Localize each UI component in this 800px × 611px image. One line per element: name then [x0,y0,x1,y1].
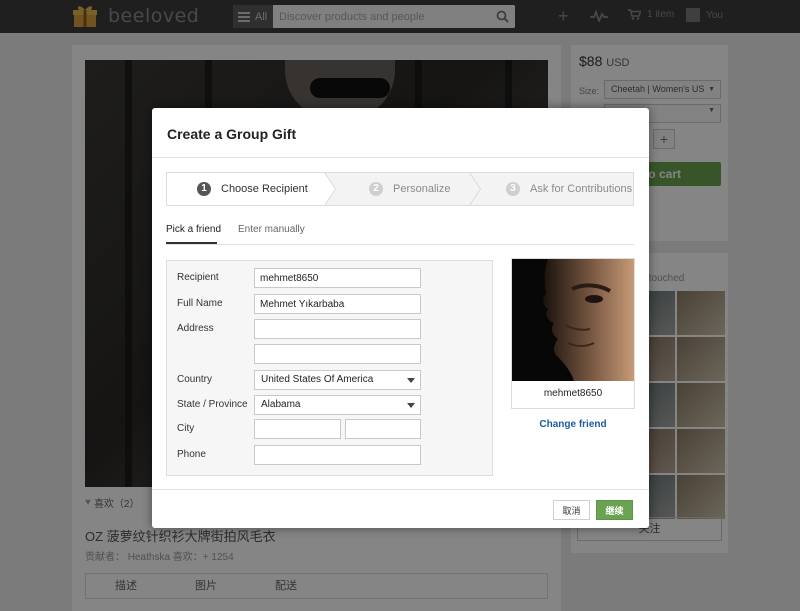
friend-username: mehmet8650 [543,388,603,399]
city-input[interactable] [254,419,341,439]
phone-label: Phone [177,449,206,460]
step-number: 2 [369,182,383,196]
recipient-label: Recipient [177,272,219,283]
group-gift-dialog: Create a Group Gift 1 Choose Recipient 2… [152,108,649,528]
address-line2-input[interactable] [254,344,421,364]
cancel-button[interactable]: 取消 [553,500,590,520]
divider [152,489,649,490]
address-label: Address [177,323,214,334]
divider [166,244,634,245]
phone-input[interactable] [254,445,421,465]
country-label: Country [177,374,213,385]
chevron-down-icon [407,378,415,383]
state-value: Alabama [261,399,301,410]
fullname-label: Full Name [177,298,223,309]
state-select[interactable]: Alabama [254,395,421,415]
step-number: 3 [506,182,520,196]
step-label: Personalize [393,183,451,195]
fullname-input[interactable] [254,294,421,314]
divider [152,157,649,158]
step-label: Choose Recipient [221,183,308,195]
dialog-title: Create a Group Gift [167,126,297,142]
step-label: Ask for Contributions [530,183,633,195]
step-ask-contributions[interactable]: 3 Ask for Contributions [470,173,633,205]
selected-friend-card: mehmet8650 [511,258,635,409]
step-personalize[interactable]: 2 Personalize [325,173,470,205]
recipient-input[interactable] [254,268,421,288]
zip-input[interactable] [345,419,421,439]
city-label: City [177,423,195,434]
country-select[interactable]: United States Of America [254,370,421,390]
step-separator [468,173,480,205]
tab-enter-manually[interactable]: Enter manually [238,224,305,235]
active-tab-indicator [166,242,217,244]
step-number: 1 [197,182,211,196]
change-friend-link[interactable]: Change friend [511,419,635,430]
recipient-form: Recipient Full Name Address Country Unit… [166,260,493,476]
step-separator [323,173,335,205]
continue-button[interactable]: 继续 [596,500,633,520]
address-line1-input[interactable] [254,319,421,339]
step-choose-recipient[interactable]: 1 Choose Recipient [167,173,325,205]
tab-pick-friend[interactable]: Pick a friend [166,224,221,235]
chevron-down-icon [407,403,415,408]
friend-photo [512,259,634,381]
state-label: State / Province [177,399,248,410]
country-value: United States Of America [261,374,374,385]
wizard-steps: 1 Choose Recipient 2 Personalize 3 Ask f… [166,172,634,206]
